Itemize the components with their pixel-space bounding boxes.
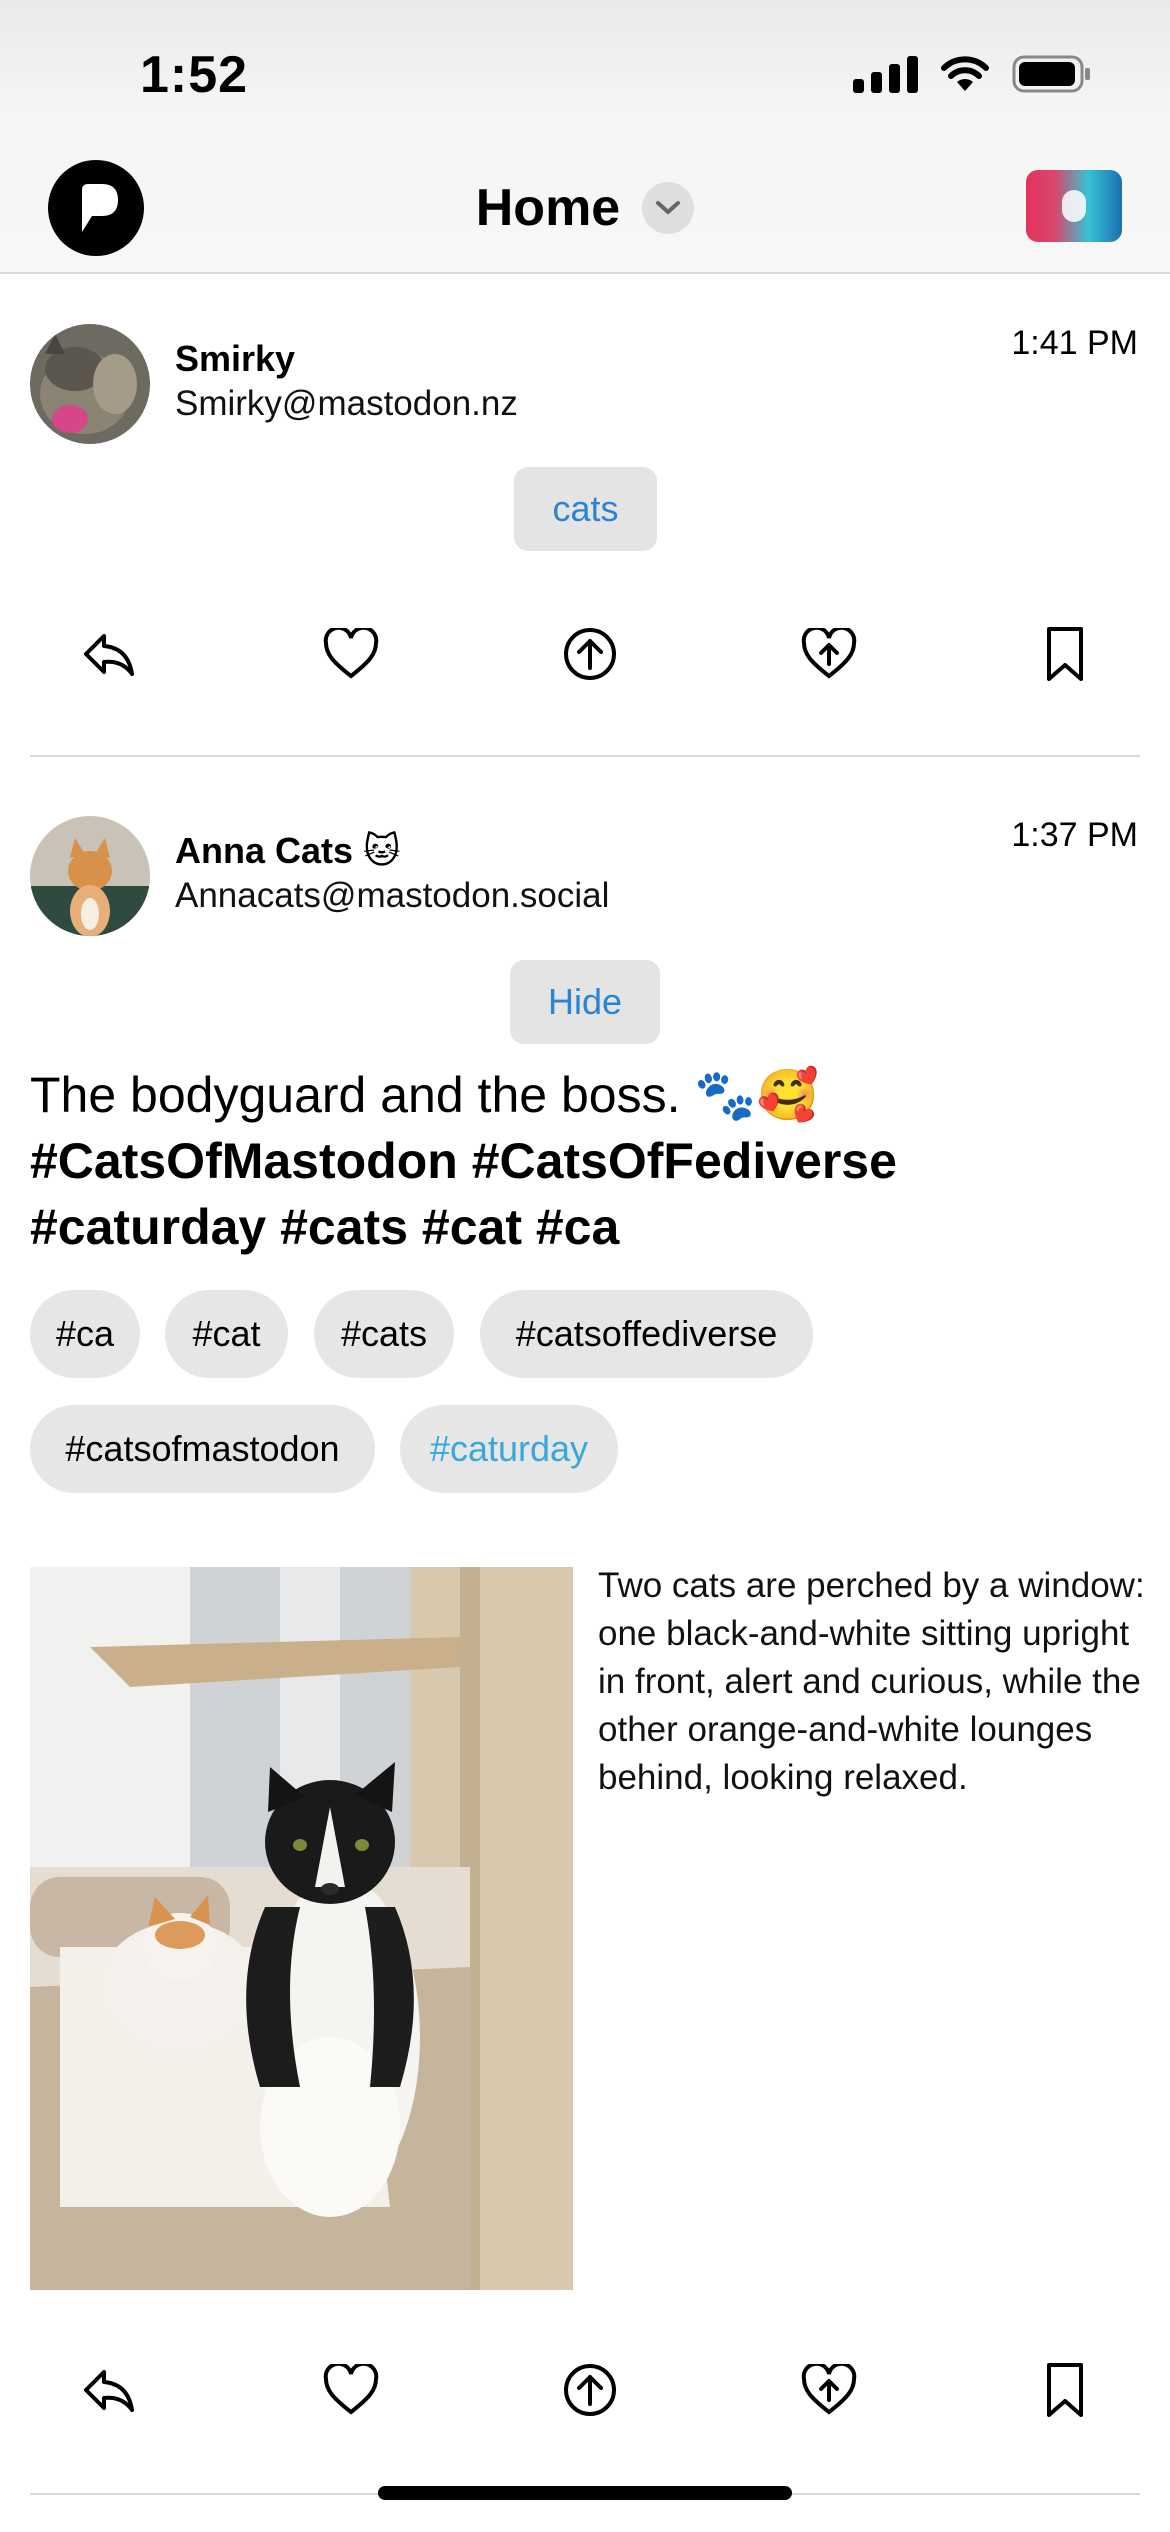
display-name[interactable]: Anna Cats 🐱 [175,830,401,872]
post-actions [0,2350,1170,2430]
page-title: Home [475,179,621,237]
battery-icon [1012,55,1090,93]
hashtag-chip[interactable]: #catsoffediverse [480,1290,813,1378]
post-time: 1:41 PM [1011,324,1138,362]
post-time: 1:37 PM [1011,816,1138,854]
divider [30,755,1140,757]
bookmark-icon[interactable] [1025,614,1105,694]
status-icons [853,55,1092,93]
post-smirky: Smirky Smirky@mastodon.nz 1:41 PM cats [0,272,1170,760]
hashtag-chips: #ca #cat #cats #catsoffediverse #catsofm… [30,1290,1140,1500]
reply-icon[interactable] [68,2350,148,2430]
hashtag-chip[interactable]: #catsofmastodon [30,1405,375,1493]
cellular-signal-icon [853,55,918,93]
hashtag-chip[interactable]: #cats [314,1290,454,1378]
post-content: The bodyguard and the boss. 🐾🥰 #CatsOfMa… [30,1062,1130,1260]
status-time: 1:52 [140,46,249,104]
streaming-app-icon[interactable] [1026,170,1122,242]
user-handle[interactable]: Annacats@mastodon.social [175,876,609,916]
post-text-line: The bodyguard and the boss. 🐾🥰 [30,1067,819,1123]
post-actions [0,614,1170,694]
display-name[interactable]: Smirky [175,338,295,380]
home-indicator[interactable] [378,2486,792,2500]
hashtag-chip-selected[interactable]: #caturday [400,1405,618,1493]
avatar[interactable] [30,324,150,444]
content-warning-toggle-button[interactable]: Hide [510,960,660,1044]
app-screen: 1:52 Home Smirky Smirky@mastodon.nz 1:41… [0,0,1170,2532]
content-warning-toggle-button[interactable]: cats [514,467,657,551]
user-handle[interactable]: Smirky@mastodon.nz [175,384,518,424]
favorite-heart-icon[interactable] [311,614,391,694]
timeline-selector[interactable]: Home [0,178,1170,238]
favorite-heart-icon[interactable] [311,2350,391,2430]
wifi-icon [941,56,989,91]
boost-arrow-up-icon[interactable] [550,614,630,694]
chevron-down-icon[interactable] [642,182,695,234]
media-alt-text: Two cats are perched by a window: one bl… [598,1566,1145,1797]
reply-icon[interactable] [68,614,148,694]
post-hashtags-line[interactable]: #caturday #cats #cat #ca [30,1194,1130,1260]
hashtag-chip[interactable]: #ca [30,1290,140,1378]
bookmark-icon[interactable] [1025,2350,1105,2430]
post-hashtags-line[interactable]: #CatsOfMastodon #CatsOfFediverse [30,1128,1130,1194]
avatar[interactable] [30,816,150,936]
hashtag-chip[interactable]: #cat [165,1290,288,1378]
top-bar: 1:52 Home [0,0,1170,274]
boost-favorite-icon[interactable] [789,614,869,694]
boost-arrow-up-icon[interactable] [550,2350,630,2430]
media-attachment-image[interactable] [30,1567,573,2290]
boost-favorite-icon[interactable] [789,2350,869,2430]
